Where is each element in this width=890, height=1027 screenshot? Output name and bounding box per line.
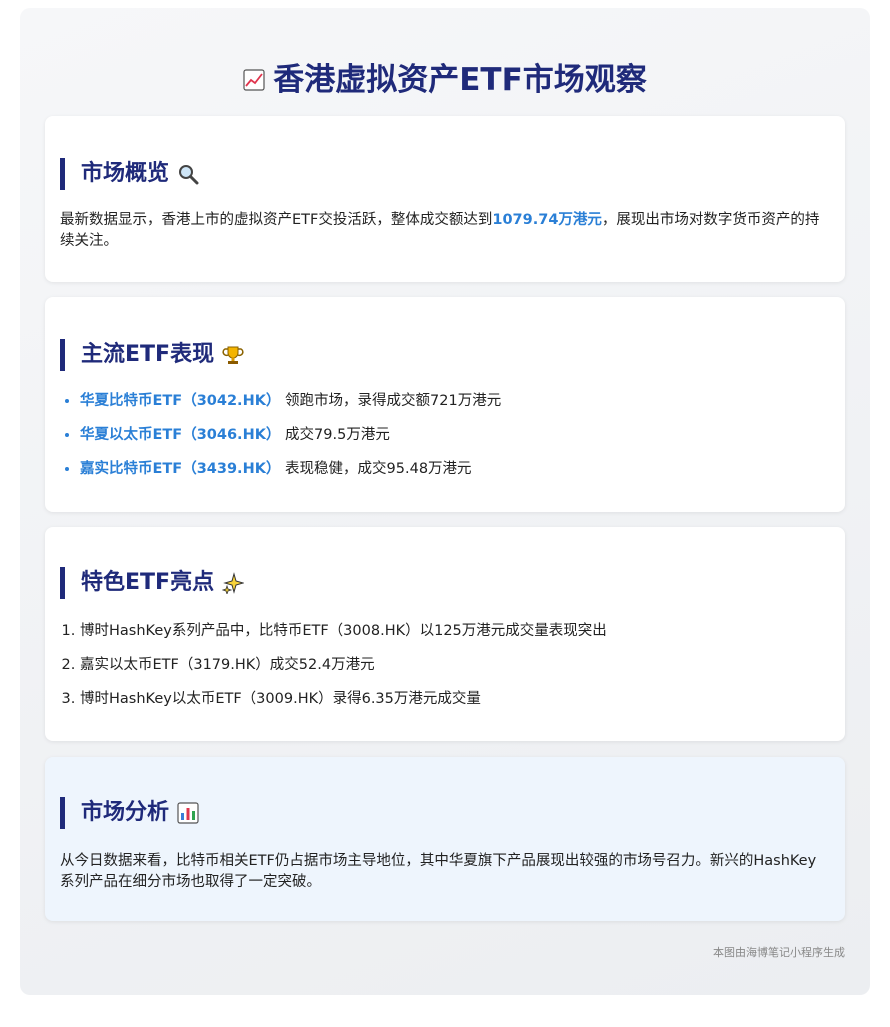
- list-item: 博时HashKey以太币ETF（3009.HK）录得6.35万港元成交量: [80, 689, 607, 709]
- report-page: 香港虚拟资产ETF市场观察 市场概览 最新数据显示，香港上市的虚拟资产ETF交投…: [20, 8, 870, 995]
- page-title: 香港虚拟资产ETF市场观察: [20, 60, 870, 100]
- mainstream-list: 华夏比特币ETF（3042.HK） 领跑市场，录得成交额721万港元 华夏以太币…: [60, 391, 501, 493]
- analysis-card: 市场分析 从今日数据来看，比特币相关ETF仍占据市场主导地位，其中华夏旗下产品展…: [45, 757, 845, 921]
- overview-card: 市场概览 最新数据显示，香港上市的虚拟资产ETF交投活跃，整体成交额达到1079…: [45, 116, 845, 282]
- page-title-text: 香港虚拟资产ETF市场观察: [273, 62, 647, 98]
- list-item: 博时HashKey系列产品中，比特币ETF（3008.HK）以125万港元成交量…: [80, 621, 607, 641]
- etf-name: 华夏以太币ETF（3046.HK）: [80, 427, 281, 443]
- analysis-text: 从今日数据来看，比特币相关ETF仍占据市场主导地位，其中华夏旗下产品展现出较强的…: [60, 853, 817, 890]
- etf-name: 华夏比特币ETF（3042.HK）: [80, 393, 281, 409]
- magnifying-glass-icon: [177, 163, 199, 185]
- etf-desc: 成交79.5万港元: [285, 427, 390, 443]
- overview-text-before: 最新数据显示，香港上市的虚拟资产ETF交投活跃，整体成交额达到: [60, 212, 493, 228]
- mainstream-heading: 主流ETF表现: [60, 339, 244, 371]
- footer-note: 本图由海博笔记小程序生成: [713, 946, 845, 959]
- featured-heading: 特色ETF亮点: [60, 567, 245, 599]
- analysis-heading: 市场分析: [60, 797, 199, 829]
- mainstream-heading-text: 主流ETF表现: [81, 342, 215, 367]
- featured-card: 特色ETF亮点 博时HashKey系列产品中，比特币ETF（3008.HK）以1…: [45, 527, 845, 741]
- bar-chart-icon: [177, 802, 199, 824]
- etf-desc: 表现稳健，成交95.48万港元: [285, 461, 472, 477]
- sparkles-icon: [222, 572, 245, 594]
- featured-heading-text: 特色ETF亮点: [81, 570, 215, 595]
- trophy-icon: [222, 344, 244, 366]
- chart-increasing-icon: [243, 69, 265, 91]
- etf-name: 嘉实比特币ETF（3439.HK）: [80, 461, 281, 477]
- list-item: 嘉实比特币ETF（3439.HK） 表现稳健，成交95.48万港元: [80, 459, 501, 479]
- analysis-heading-text: 市场分析: [81, 800, 170, 825]
- list-item: 华夏以太币ETF（3046.HK） 成交79.5万港元: [80, 425, 501, 445]
- list-item: 嘉实以太币ETF（3179.HK）成交52.4万港元: [80, 655, 607, 675]
- overview-heading: 市场概览: [60, 158, 199, 190]
- etf-desc: 领跑市场，录得成交额721万港元: [285, 393, 502, 409]
- mainstream-card: 主流ETF表现 华夏比特币ETF（3042.HK） 领跑市场，录得成交额721万…: [45, 297, 845, 512]
- list-item: 华夏比特币ETF（3042.HK） 领跑市场，录得成交额721万港元: [80, 391, 501, 411]
- total-turnover-value: 1079.74万港元: [492, 212, 602, 228]
- overview-heading-text: 市场概览: [81, 161, 170, 186]
- featured-list: 博时HashKey系列产品中，比特币ETF（3008.HK）以125万港元成交量…: [60, 621, 607, 723]
- overview-text: 最新数据显示，香港上市的虚拟资产ETF交投活跃，整体成交额达到1079.74万港…: [60, 210, 830, 252]
